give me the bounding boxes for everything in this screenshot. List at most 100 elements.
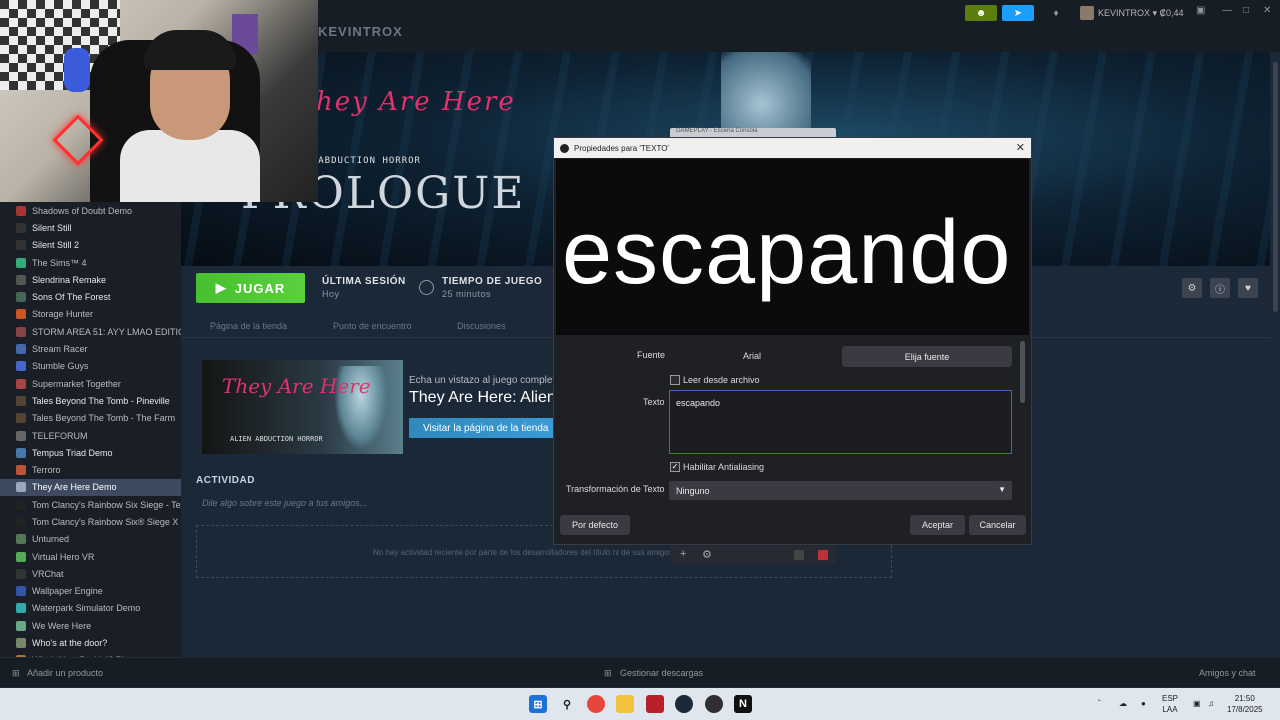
game-label: Stumble Guys [32,361,89,372]
read-from-file-label: Leer desde archivo [683,375,760,385]
game-icon [16,586,26,597]
sidebar-game-item[interactable]: Shadows of Doubt Demo [0,202,181,219]
sidebar-game-item[interactable]: Tom Clancy's Rainbow Six® Siege X [0,513,181,530]
transform-select[interactable]: Ninguno ▼ [669,481,1012,500]
friends-button[interactable]: ☻ [965,5,997,21]
sidebar-game-item[interactable]: They Are Here Demo [0,478,181,497]
tab-discussions[interactable]: Discusiones [457,321,506,331]
game-label: Who's at the door? [32,638,108,649]
screen-icon[interactable]: ▣ [1196,5,1205,16]
tab-community-hub[interactable]: Punto de encuentro [333,321,412,331]
friends-chat-link[interactable]: Amigos y chat [1199,668,1256,678]
sidebar-game-item[interactable]: STORM AREA 51: AYY LMAO EDITION [0,323,181,340]
clock[interactable]: 21:50 17/8/2025 [1227,693,1263,715]
calendar-app-icon[interactable] [646,695,664,713]
sidebar-game-item[interactable]: Waterpark Simulator Demo [0,600,181,617]
sidebar-game-item[interactable]: Silent Still 2 [0,237,181,254]
sidebar-game-item[interactable]: Tempus Triad Demo [0,444,181,461]
microphone-icon[interactable]: ● [1141,698,1146,709]
file-explorer-icon[interactable] [616,695,634,713]
monitor-icon[interactable]: ▣ [1193,698,1201,709]
heart-icon: ♥ [1245,282,1251,294]
game-icon [16,620,26,631]
chrome-icon[interactable] [587,695,605,713]
sidebar-game-item[interactable]: Wallpaper Engine [0,583,181,600]
notion-icon[interactable]: N [734,695,752,713]
downloads-icon[interactable]: ⊞ [604,668,612,679]
maximize-icon[interactable]: □ [1243,5,1249,16]
visit-store-button[interactable]: Visitar la página de la tienda [409,418,557,438]
steam-bottom-bar: ⊞ Añadir un producto ⊞ Gestionar descarg… [0,657,1280,687]
filter-icon[interactable] [794,550,804,560]
add-icon[interactable]: + [680,548,686,560]
announcements-button[interactable]: ➤ [1002,5,1034,21]
last-session-value: Hoy [322,289,340,299]
gear-icon[interactable]: ⚙ [702,548,712,561]
steam-icon[interactable] [675,695,693,713]
info-icon: ⓘ [1215,284,1225,296]
sidebar-game-item[interactable]: Silent Still [0,219,181,236]
antialias-checkbox[interactable]: ✓ [670,462,680,472]
accept-button[interactable]: Aceptar [910,515,965,535]
dialog-scrollbar[interactable] [1020,341,1025,403]
main-scrollbar[interactable] [1272,52,1280,657]
close-icon[interactable]: ✕ [1016,141,1025,154]
sidebar-game-item[interactable]: Unturned [0,531,181,548]
search-icon[interactable]: ⚲ [558,695,576,713]
tab-store-page[interactable]: Página de la tienda [210,321,287,331]
sidebar-game-item[interactable]: The Sims™ 4 [0,254,181,271]
cancel-button[interactable]: Cancelar [969,515,1026,535]
info-button[interactable]: ⓘ [1210,278,1230,298]
sidebar-game-item[interactable]: Tales Beyond The Tomb - The Farm [0,410,181,427]
sidebar-game-item[interactable]: Virtual Hero VR [0,548,181,565]
game-icon [16,257,26,268]
sidebar-game-item[interactable]: Terroro [0,461,181,478]
settings-button[interactable]: ⚙ [1182,278,1202,298]
account-menu[interactable]: KEVINTROX ▾ ₡0,44 [1080,6,1184,20]
manage-downloads-link[interactable]: Gestionar descargas [620,668,703,678]
game-label: Shadows of Doubt Demo [32,205,133,216]
sidebar-game-item[interactable]: TELEFORUM [0,427,181,444]
language-indicator[interactable]: ESP LAA [1162,693,1178,715]
scroll-thumb[interactable] [1273,62,1278,312]
game-icon [16,274,26,285]
volume-icon[interactable]: ♫ [1208,698,1214,709]
sidebar-game-item[interactable]: Who's at the door? [0,634,181,651]
play-button[interactable]: ▶ JUGAR [196,273,305,303]
promo-image[interactable]: They Are Here ALIEN ABDUCTION HORROR [202,360,403,454]
game-icon [16,395,26,406]
cloud-icon[interactable]: ☁ [1119,698,1127,709]
notifications-button[interactable]: ♦ [1046,5,1066,21]
minimize-icon[interactable]: — [1222,5,1232,16]
sidebar-game-item[interactable]: VRChat [0,565,181,582]
sidebar-game-item[interactable]: We Were Here [0,617,181,634]
read-from-file-checkbox[interactable] [670,375,680,385]
choose-font-button[interactable]: Elija fuente [842,346,1012,367]
activity-input[interactable]: Dile algo sobre este juego a tus amigos.… [202,498,367,508]
default-button[interactable]: Por defecto [560,515,630,535]
sidebar-game-item[interactable]: Slendrina Remake [0,271,181,288]
chevron-up-icon[interactable]: ˆ [1098,698,1101,709]
close-icon[interactable]: ✕ [1263,5,1271,16]
favorite-button[interactable]: ♥ [1238,278,1258,298]
game-label: Tom Clancy's Rainbow Six® Siege X [32,516,179,527]
sidebar-game-item[interactable]: Sons Of The Forest [0,288,181,305]
game-icon [16,568,26,579]
game-label: Tales Beyond The Tomb - The Farm [32,413,176,424]
record-icon[interactable] [818,550,828,560]
game-label: They Are Here Demo [32,482,117,493]
sidebar-game-item[interactable]: Stumble Guys [0,358,181,375]
add-product-link[interactable]: Añadir un producto [27,668,103,678]
sidebar-game-item[interactable]: Tales Beyond The Tomb - Pineville [0,392,181,409]
obs-icon[interactable] [705,695,723,713]
sidebar-game-item[interactable]: Supermarket Together [0,375,181,392]
sidebar-game-item[interactable]: Storage Hunter [0,306,181,323]
transform-value: Ninguno [676,486,710,496]
add-product-icon[interactable]: ⊞ [12,668,20,679]
text-input[interactable]: escapando [669,390,1012,454]
text-properties-dialog: Propiedades para 'TEXTO' ✕ escapando Fue… [553,137,1032,545]
windows-start-icon[interactable]: ⊞ [529,695,547,713]
gear-icon: ⚙ [1187,282,1197,294]
sidebar-game-item[interactable]: Tom Clancy's Rainbow Six Siege - Test [0,496,181,513]
sidebar-game-item[interactable]: Stream Racer [0,340,181,357]
